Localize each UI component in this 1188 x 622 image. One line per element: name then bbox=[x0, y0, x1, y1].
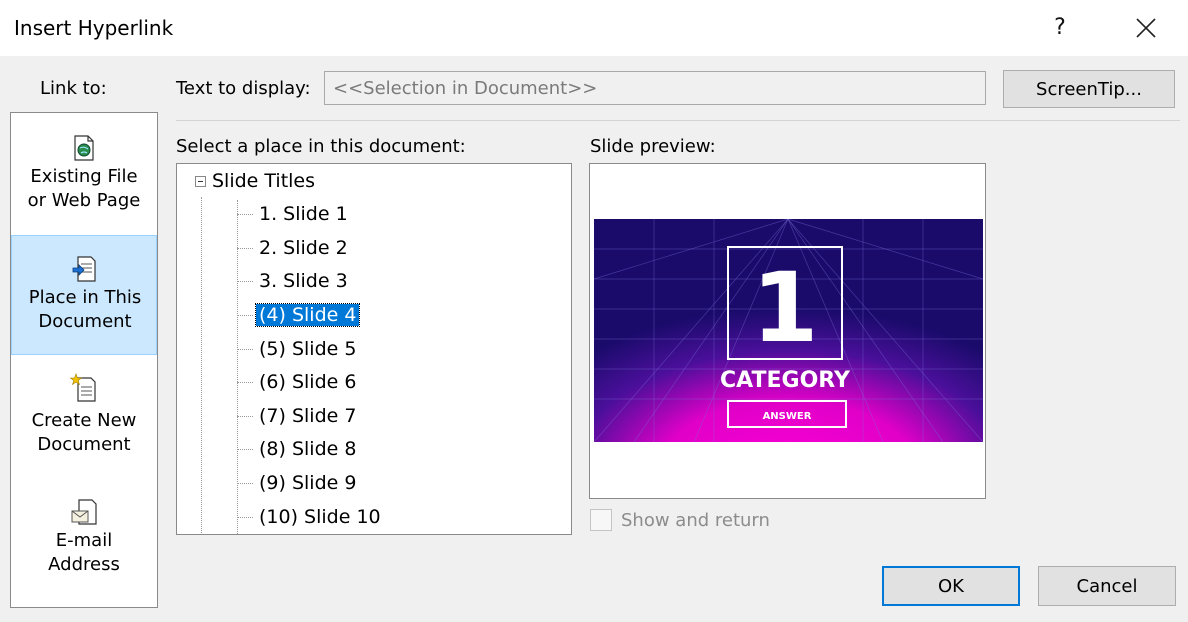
ok-button[interactable]: OK bbox=[882, 566, 1020, 606]
link-to-create-new-document[interactable]: Create New Document bbox=[11, 359, 157, 479]
place-tree[interactable]: Slide Titles 1. Slide 1 2. Slide 2 3. Sl… bbox=[176, 163, 572, 535]
tree-item[interactable]: (10) Slide 10 bbox=[237, 502, 384, 532]
slide-title: CATEGORY bbox=[720, 368, 851, 393]
slide-preview-label: Slide preview: bbox=[590, 136, 716, 157]
create-new-label-2: Document bbox=[37, 434, 131, 455]
tree-item-label: 1. Slide 1 bbox=[259, 203, 348, 225]
tree-connector bbox=[237, 214, 253, 215]
link-to-label: Link to: bbox=[40, 78, 107, 99]
tree-connector bbox=[237, 382, 253, 383]
tree-item-label: (10) Slide 10 bbox=[259, 506, 381, 528]
email-label-1: E-mail bbox=[55, 530, 113, 551]
web-page-icon bbox=[74, 135, 94, 161]
slide-graphic: 1 CATEGORY ANSWER bbox=[594, 219, 983, 442]
link-to-sidebar: Existing File or Web Page Place in This … bbox=[10, 112, 158, 608]
collapse-icon[interactable] bbox=[195, 176, 206, 187]
tree-root[interactable]: Slide Titles bbox=[195, 166, 315, 196]
link-to-place-in-document[interactable]: Place in This Document bbox=[11, 235, 157, 355]
slide-thumbnail: 1 CATEGORY ANSWER bbox=[594, 219, 983, 442]
tree-item-label: (6) Slide 6 bbox=[259, 371, 357, 393]
show-and-return-label: Show and return bbox=[621, 510, 770, 531]
tree-connector bbox=[237, 416, 253, 417]
tree-item[interactable]: 1. Slide 1 bbox=[237, 199, 351, 229]
separator bbox=[176, 120, 1180, 121]
new-document-icon bbox=[69, 373, 96, 402]
tree-item[interactable]: (8) Slide 8 bbox=[237, 434, 359, 464]
tree-connector bbox=[237, 315, 253, 316]
link-to-email-address[interactable]: E-mail Address bbox=[11, 483, 157, 603]
select-place-label: Select a place in this document: bbox=[176, 136, 466, 157]
slide-preview-frame: 1 CATEGORY ANSWER bbox=[589, 163, 986, 499]
tree-item[interactable]: (5) Slide 5 bbox=[237, 334, 359, 364]
tree-root-label: Slide Titles bbox=[212, 170, 316, 192]
tree-item-label: (7) Slide 7 bbox=[259, 405, 357, 427]
tree-item-label: (9) Slide 9 bbox=[259, 472, 357, 494]
title-bar: Insert Hyperlink ? bbox=[0, 0, 1188, 56]
close-button[interactable] bbox=[1126, 8, 1166, 48]
tree-item[interactable]: 2. Slide 2 bbox=[237, 233, 351, 263]
link-to-existing-file[interactable]: Existing File or Web Page bbox=[11, 113, 157, 233]
tree-connector bbox=[237, 281, 253, 282]
tree-item[interactable]: 3. Slide 3 bbox=[237, 266, 351, 296]
create-new-label-1: Create New bbox=[11, 409, 157, 433]
tree-item-selected[interactable]: (4) Slide 4 bbox=[237, 300, 361, 330]
tree-connector bbox=[237, 248, 253, 249]
tree-guide-line bbox=[201, 197, 202, 534]
close-icon bbox=[1136, 18, 1156, 38]
slide-answer: ANSWER bbox=[763, 411, 812, 422]
tree-item-label: (8) Slide 8 bbox=[259, 438, 357, 460]
tree-item-label: (5) Slide 5 bbox=[259, 338, 357, 360]
tree-item[interactable]: (7) Slide 7 bbox=[237, 401, 359, 431]
tree-item-label: 3. Slide 3 bbox=[259, 270, 348, 292]
existing-file-label-1: Existing File bbox=[30, 166, 138, 187]
email-icon bbox=[71, 499, 97, 525]
create-new-label-text: Create New bbox=[31, 410, 137, 431]
dialog-title: Insert Hyperlink bbox=[14, 16, 174, 40]
place-in-document-label-2: Document bbox=[38, 311, 132, 332]
tree-item-label: 2. Slide 2 bbox=[259, 237, 348, 259]
tree-item[interactable]: (9) Slide 9 bbox=[237, 468, 359, 498]
existing-file-label-2: or Web Page bbox=[27, 190, 141, 211]
place-in-document-label-1: Place in This bbox=[28, 287, 142, 308]
tree-connector bbox=[237, 449, 253, 450]
tree-item[interactable]: (6) Slide 6 bbox=[237, 367, 359, 397]
cancel-button[interactable]: Cancel bbox=[1038, 566, 1176, 606]
text-to-display-input[interactable] bbox=[324, 71, 986, 105]
tree-connector bbox=[237, 349, 253, 350]
tree-item-label: (4) Slide 4 bbox=[254, 303, 361, 327]
email-label-2: Address bbox=[48, 554, 120, 575]
tree-connector bbox=[237, 483, 253, 484]
slide-number: 1 bbox=[752, 252, 819, 364]
screentip-button[interactable]: ScreenTip... bbox=[1003, 70, 1175, 108]
document-place-icon bbox=[72, 256, 96, 282]
help-button[interactable]: ? bbox=[1040, 8, 1080, 48]
show-and-return-checkbox[interactable] bbox=[590, 509, 612, 531]
tree-connector bbox=[237, 517, 253, 518]
text-to-display-label: Text to display: bbox=[176, 78, 311, 99]
